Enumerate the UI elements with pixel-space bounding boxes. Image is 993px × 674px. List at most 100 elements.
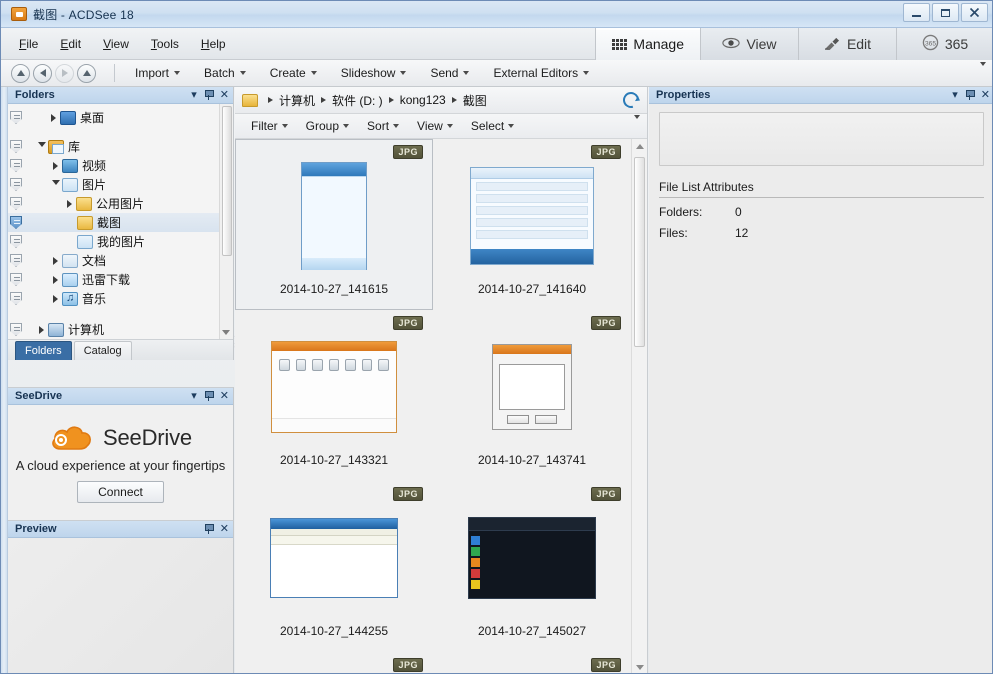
thumbnail-item[interactable]: JPG 2014-10-27_143741	[433, 310, 631, 481]
file-list-attributes-heading: File List Attributes	[659, 180, 984, 198]
chevron-right-icon[interactable]	[47, 113, 60, 122]
minimize-button[interactable]	[903, 3, 930, 22]
thumbnail-area[interactable]: JPG 2014-10-27_141615 JPG 2014-10-27_141…	[235, 139, 647, 673]
breadcrumb-item-drive[interactable]: 软件 (D: )	[331, 92, 384, 109]
property-row-files: Files: 12	[659, 226, 984, 240]
tree-item-label: 音乐	[82, 292, 107, 306]
breadcrumb-item-computer[interactable]: 计算机	[278, 92, 316, 109]
pin-icon[interactable]	[965, 90, 975, 100]
preview-panel-close-button[interactable]: ✕	[220, 523, 229, 535]
folders-panel-menu-button[interactable]: ▾	[191, 89, 197, 101]
chevron-right-icon[interactable]	[35, 325, 48, 334]
chevron-right-icon[interactable]	[49, 161, 62, 170]
tree-item-documents[interactable]: 文档	[8, 251, 233, 270]
tab-folders[interactable]: Folders	[15, 341, 72, 360]
tree-item-my-pictures[interactable]: 我的图片	[8, 232, 233, 251]
menu-file[interactable]: File	[19, 37, 38, 51]
shield-icon	[10, 111, 22, 124]
properties-panel-menu-button[interactable]: ▾	[952, 89, 958, 101]
thumbnail-caption: 2014-10-27_143321	[279, 453, 389, 467]
chevron-right-icon[interactable]	[49, 294, 62, 303]
tree-item-music[interactable]: 音乐	[8, 289, 233, 308]
tab-365[interactable]: 365 365	[896, 28, 992, 60]
sort-button[interactable]: Sort	[358, 117, 408, 135]
desktop-icon	[60, 110, 76, 125]
group-button[interactable]: Group	[297, 117, 358, 135]
toolbar-batch[interactable]: Batch	[192, 63, 258, 83]
chevron-right-icon	[388, 97, 394, 103]
chevron-down-icon[interactable]	[35, 142, 48, 151]
tree-item-desktop[interactable]: 桌面	[8, 108, 233, 127]
toolbar-slideshow[interactable]: Slideshow	[329, 63, 419, 83]
up-button[interactable]	[77, 63, 96, 83]
toolbar-external-editors[interactable]: External Editors	[481, 63, 601, 83]
thumbnail-scrollbar[interactable]	[631, 139, 647, 673]
pin-icon[interactable]	[204, 524, 214, 534]
tab-catalog[interactable]: Catalog	[73, 341, 132, 360]
menu-view[interactable]: View	[103, 37, 129, 51]
chevron-right-icon[interactable]	[63, 199, 76, 208]
home-button[interactable]	[11, 63, 30, 83]
folder-tree-scrollbar[interactable]	[219, 104, 233, 339]
maximize-button[interactable]	[932, 3, 959, 22]
thumbnail-item[interactable]: JPG 2014-10-27_141640	[433, 139, 631, 310]
chevron-down-icon[interactable]	[49, 180, 62, 189]
toolbar-import[interactable]: Import	[123, 63, 192, 83]
thumbnail-item[interactable]: JPG	[235, 652, 433, 673]
tree-item-pictures[interactable]: 图片	[8, 175, 233, 194]
toolbar-overflow-button[interactable]	[980, 62, 986, 80]
tree-item-public-pictures[interactable]: 公用图片	[8, 194, 233, 213]
tab-view[interactable]: View	[700, 28, 798, 60]
tab-manage[interactable]: Manage	[595, 28, 700, 60]
window-title: 截图 - ACDSee 18	[33, 7, 134, 22]
filter-button[interactable]: Filter	[242, 117, 297, 135]
filter-bar: Filter Group Sort View Select	[235, 114, 647, 139]
tab-edit[interactable]: Edit	[798, 28, 896, 60]
seedrive-panel-close-button[interactable]: ✕	[220, 390, 229, 402]
shield-icon	[10, 254, 22, 267]
scroll-down-icon[interactable]	[636, 665, 644, 670]
chevron-right-icon[interactable]	[49, 256, 62, 265]
thumbnail-item[interactable]: JPG	[433, 652, 631, 673]
thumbnail-item[interactable]: JPG 2014-10-27_143321	[235, 310, 433, 481]
thumbnail-item[interactable]: JPG 2014-10-27_141615	[235, 139, 433, 310]
connect-button[interactable]: Connect	[77, 480, 164, 503]
scroll-up-icon[interactable]	[636, 144, 644, 149]
scroll-down-icon[interactable]	[222, 330, 230, 335]
folder-tree[interactable]: 桌面 库 视频 图片 公用图片 截图 我的图片 文档 迅雷下载 ♫ 音乐 计算机	[8, 104, 233, 339]
seedrive-panel-menu-button[interactable]: ▾	[191, 390, 197, 402]
thumbnail-item[interactable]: JPG 2014-10-27_144255	[235, 481, 433, 652]
breadcrumb-item-kong123[interactable]: kong123	[399, 93, 447, 107]
folders-panel-header: Folders ▾ ✕	[8, 87, 233, 104]
filter-overflow-button[interactable]	[634, 115, 640, 133]
thumbnail-item[interactable]: JPG 2014-10-27_145027	[433, 481, 631, 652]
toolbar-send[interactable]: Send	[418, 63, 481, 83]
folders-panel-close-button[interactable]: ✕	[220, 89, 229, 101]
tree-item-xunlei-downloads[interactable]: 迅雷下载	[8, 270, 233, 289]
tree-item-library[interactable]: 库	[8, 137, 233, 156]
select-button[interactable]: Select	[462, 117, 523, 135]
pin-icon[interactable]	[204, 391, 214, 401]
browse-area: 计算机 软件 (D: ) kong123 截图 Filter Group Sor…	[235, 87, 648, 673]
forward-button[interactable]	[55, 63, 74, 83]
scrollbar-thumb[interactable]	[222, 106, 232, 256]
eye-icon	[722, 36, 741, 52]
menu-edit[interactable]: Edit	[60, 37, 81, 51]
view-button[interactable]: View	[408, 117, 462, 135]
tree-item-screenshots[interactable]: 截图	[8, 213, 233, 232]
tree-item-computer[interactable]: 计算机	[8, 320, 233, 339]
scrollbar-thumb[interactable]	[634, 157, 645, 347]
toolbar-create[interactable]: Create	[258, 63, 329, 83]
menu-tools[interactable]: Tools	[151, 37, 179, 51]
pin-icon[interactable]	[204, 90, 214, 100]
close-button[interactable]	[961, 3, 988, 22]
seedrive-logo: SeeDrive	[49, 423, 192, 453]
tree-item-label: 桌面	[80, 111, 105, 125]
breadcrumb-item-current[interactable]: 截图	[462, 92, 488, 109]
refresh-icon[interactable]	[620, 89, 642, 111]
tree-item-videos[interactable]: 视频	[8, 156, 233, 175]
properties-panel-close-button[interactable]: ✕	[981, 89, 990, 101]
back-button[interactable]	[33, 63, 52, 83]
menu-help[interactable]: Help	[201, 37, 226, 51]
chevron-right-icon[interactable]	[49, 275, 62, 284]
